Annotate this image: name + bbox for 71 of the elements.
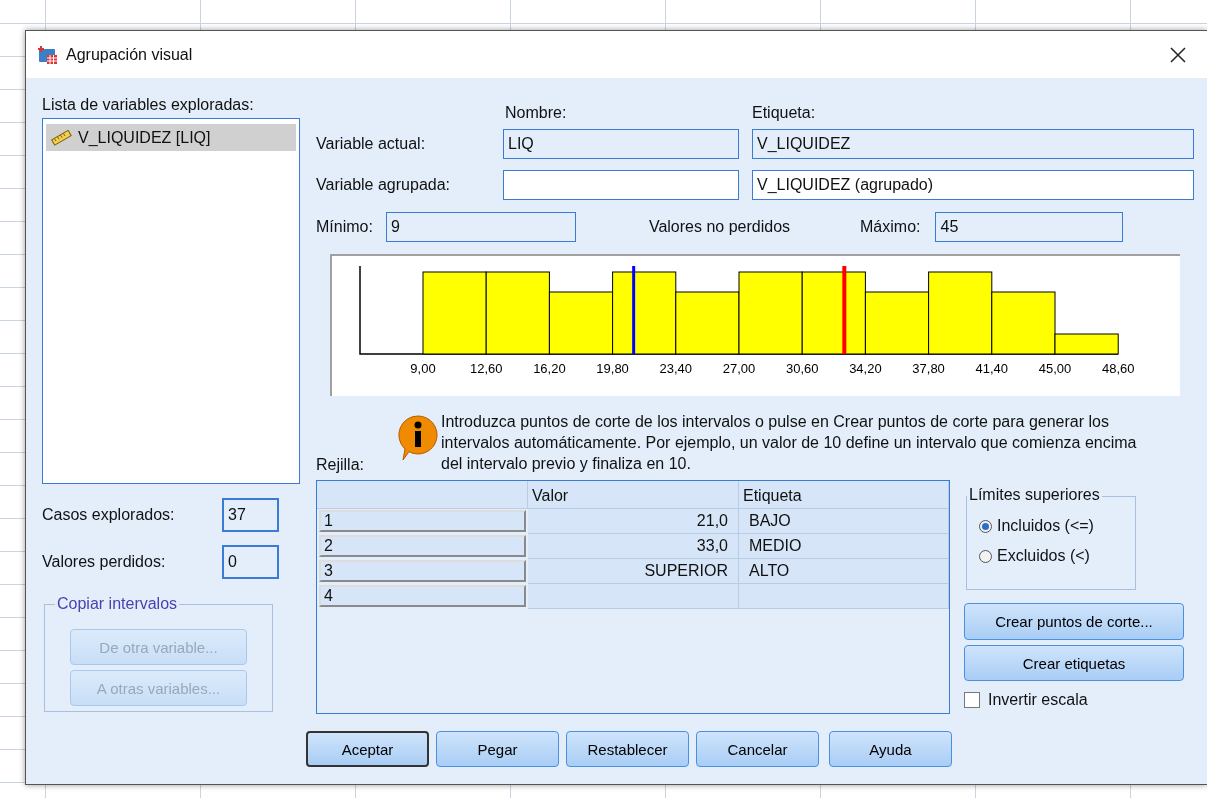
- axis-tick-label: 45,00: [1038, 361, 1072, 376]
- column-header: Valor: [528, 481, 739, 509]
- close-icon[interactable]: [1169, 45, 1187, 64]
- table-cell[interactable]: [528, 584, 739, 609]
- field-label: Valores perdidos:: [42, 553, 166, 571]
- axis-tick-label: 9,00: [410, 361, 436, 376]
- column-header: Etiqueta: [739, 481, 949, 509]
- row-header: 3: [319, 560, 526, 582]
- checkbox-label[interactable]: Invertir escala: [988, 691, 1088, 709]
- minimum-field: 9: [385, 211, 576, 242]
- field-label: Variable actual:: [316, 135, 427, 153]
- row-header: 2: [319, 535, 526, 557]
- label-field: V_LIQUIDEZ: [752, 129, 1194, 159]
- maximum-field: 45: [935, 211, 1124, 242]
- axis-tick-label: 27,00: [722, 361, 756, 376]
- value-field: 37: [222, 498, 279, 532]
- value-field: 0: [222, 545, 279, 579]
- list-label: Lista de variables exploradas:: [42, 96, 255, 114]
- axis-tick-label: 19,80: [596, 361, 629, 376]
- field-label: Variable agrupada:: [316, 176, 452, 194]
- table-cell[interactable]: ALTO: [739, 559, 949, 584]
- axis-tick-label: 30,60: [785, 361, 819, 376]
- dialog-button[interactable]: Cancelar: [696, 731, 819, 767]
- checkbox[interactable]: [964, 692, 980, 708]
- table-icon: [38, 44, 58, 65]
- table-cell[interactable]: BAJO: [739, 509, 949, 534]
- group-title: Límites superiores: [967, 486, 1102, 504]
- info-text: Introduzca puntos de corte de los intervalos o pulse en Crear puntos de corte para generar los intervalos automáticamente. Por ejemplo, un valor de 10 define un intervalo que comienza encima del intervalo previo y finaliza en 10.: [441, 412, 1138, 474]
- radio-label[interactable]: Excluidos (<): [997, 547, 1090, 565]
- window-title: Agrupación visual: [66, 45, 193, 64]
- field-label: Casos explorados:: [42, 506, 175, 524]
- histogram-bar: [675, 291, 740, 355]
- label-field[interactable]: V_LIQUIDEZ (agrupado): [752, 170, 1194, 200]
- table-cell[interactable]: [739, 584, 949, 609]
- axis-tick-label: 41,40: [975, 361, 1009, 376]
- axis-tick-label: 37,80: [912, 361, 945, 376]
- group-title: Copiar intervalos: [55, 595, 180, 613]
- axis-tick-label: 12,60: [469, 361, 503, 376]
- table-cell[interactable]: MEDIO: [739, 534, 949, 559]
- name-field[interactable]: [503, 170, 739, 200]
- row-header: 1: [319, 510, 526, 532]
- variable-list[interactable]: V_LIQUIDEZ [LIQ]: [42, 118, 300, 484]
- make-cutpoints-button[interactable]: Crear puntos de corte...: [964, 603, 1184, 640]
- grid-label: Rejilla:: [316, 456, 365, 474]
- radio-button[interactable]: [979, 519, 992, 533]
- axis-tick-label: 23,40: [659, 361, 693, 376]
- radio-label[interactable]: Incluidos (<=): [997, 517, 1094, 535]
- axis-tick-label: 16,20: [533, 361, 566, 376]
- field-label: Mínimo:: [316, 217, 373, 236]
- radio-button[interactable]: [979, 549, 992, 563]
- axis-tick-label: 34,20: [849, 361, 882, 376]
- dialog-button[interactable]: Aceptar: [306, 731, 429, 767]
- name-field: LIQ: [503, 129, 739, 159]
- histogram-caption: Valores no perdidos: [648, 217, 791, 236]
- histogram-bar: [864, 291, 930, 355]
- dialog-button[interactable]: Ayuda: [829, 731, 952, 767]
- field-label: Máximo:: [860, 217, 921, 236]
- histogram-bar: [548, 291, 614, 355]
- column-heading: Nombre:: [504, 104, 568, 122]
- column-heading: Etiqueta:: [752, 104, 817, 122]
- dialog-button[interactable]: Pegar: [436, 731, 559, 767]
- dialog-button[interactable]: Restablecer: [566, 731, 689, 767]
- list-item[interactable]: V_LIQUIDEZ [LIQ]: [46, 124, 296, 151]
- make-labels-button[interactable]: Crear etiquetas: [964, 645, 1184, 681]
- axis-tick-label: 48,60: [1101, 361, 1135, 376]
- cutpoint-line[interactable]: [632, 266, 636, 354]
- row-header: 4: [319, 585, 526, 607]
- table-cell[interactable]: 33,0: [528, 534, 739, 559]
- table-cell[interactable]: SUPERIOR: [528, 559, 739, 584]
- table-cell[interactable]: 21,0: [528, 509, 739, 534]
- interval-grid[interactable]: Valor Etiqueta 1 21,0 BAJO 2 33,0 MEDIO 3 SUPERIOR ALTO 4: [316, 480, 950, 714]
